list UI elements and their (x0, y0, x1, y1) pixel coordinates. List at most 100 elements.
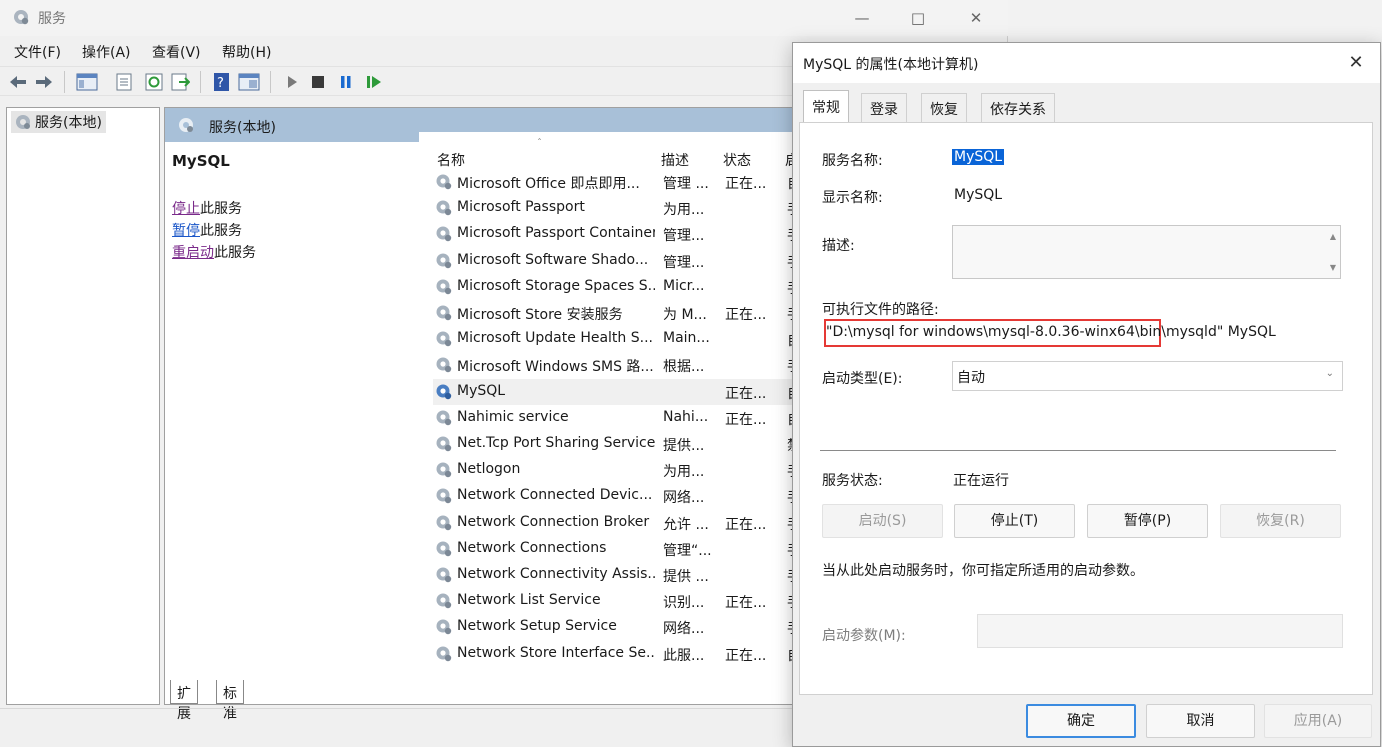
action-suffix: 此服务 (200, 223, 242, 239)
service-name-cell: Microsoft Office 即点即用... (457, 176, 640, 192)
refresh-icon[interactable] (144, 72, 164, 92)
dialog-title: MySQL 的属性(本地计算机) (803, 57, 979, 73)
tree-node-label: 服务(本地) (35, 115, 102, 131)
general-tab-panel: 服务名称: MySQL 显示名称: MySQL 描述: ▲ ▼ 可执行文件的路径… (799, 122, 1373, 695)
service-name-cell: Microsoft Software Shado... (457, 251, 649, 268)
service-status-cell: 正在... (725, 385, 767, 402)
menu-help[interactable]: 帮助(H) (222, 42, 271, 62)
service-description-cell: 提供 ... (663, 569, 709, 585)
minimize-icon[interactable]: — (848, 6, 876, 30)
gear-icon (435, 514, 453, 532)
stop-button[interactable]: 停止(T) (954, 504, 1075, 538)
service-description-cell: 管理“... (663, 542, 712, 559)
pause-service-icon[interactable] (336, 72, 356, 92)
close-icon[interactable]: ✕ (962, 6, 990, 30)
menu-view[interactable]: 查看(V) (152, 42, 201, 62)
section-divider (820, 450, 1336, 451)
service-status-cell: 正在... (725, 307, 767, 323)
service-description-cell: Main... (663, 330, 710, 347)
gear-icon (14, 113, 32, 131)
console-view-icon[interactable] (238, 72, 260, 92)
toolbar-separator (200, 71, 201, 93)
show-hide-tree-icon[interactable] (76, 72, 98, 92)
start-button[interactable]: 启动(S) (822, 504, 943, 538)
properties-icon[interactable] (114, 72, 134, 92)
service-name-cell: Network Connection Broker (457, 513, 650, 530)
service-name-cell: Network Setup Service (457, 618, 617, 635)
service-description-cell: 允许 ... (663, 516, 709, 533)
stop-service-icon[interactable] (308, 72, 328, 92)
startup-type-value: 自动 (957, 370, 985, 386)
cancel-button[interactable]: 取消 (1146, 704, 1255, 738)
service-name-cell: Network Connectivity Assis... (457, 566, 655, 582)
service-status-cell: 正在... (725, 647, 767, 664)
restart-service-icon[interactable] (364, 72, 384, 92)
gear-icon (435, 540, 453, 558)
pause-service-link[interactable]: 暂停 (172, 223, 200, 239)
maximize-icon[interactable]: □ (904, 6, 932, 30)
service-description-cell: 提供... (663, 438, 705, 454)
help-icon[interactable]: ? (212, 72, 232, 92)
path-value[interactable]: "D:\mysql for windows\mysql-8.0.36-winx6… (826, 324, 1276, 340)
stop-service-link[interactable]: 停止 (172, 201, 200, 217)
menu-file[interactable]: 文件(F) (14, 42, 61, 62)
service-name-cell: Microsoft Passport (457, 199, 585, 216)
gear-icon (435, 304, 453, 322)
gear-icon (435, 645, 453, 663)
chevron-down-icon: ⌄ (1325, 368, 1334, 379)
display-name-label: 显示名称: (822, 190, 883, 206)
restart-service-link[interactable]: 重启动 (172, 245, 214, 261)
tab-recovery[interactable]: 恢复 (921, 93, 967, 122)
start-params-input[interactable] (977, 614, 1343, 648)
gear-icon (435, 199, 453, 217)
column-header-name[interactable]: 名称 (437, 150, 465, 170)
service-name-label: 服务名称: (822, 153, 883, 169)
tab-general[interactable]: 常规 (803, 90, 849, 123)
description-label: 描述: (822, 238, 855, 254)
gear-icon (435, 435, 453, 453)
column-header-description[interactable]: 描述 (661, 150, 689, 170)
ok-button[interactable]: 确定 (1026, 704, 1136, 738)
menu-action[interactable]: 操作(A) (82, 42, 131, 62)
close-icon[interactable]: ✕ (1344, 51, 1368, 75)
back-arrow-icon[interactable] (8, 72, 28, 92)
service-description-cell: 为用... (663, 464, 705, 481)
column-header-status[interactable]: 状态 (723, 150, 751, 170)
pause-button[interactable]: 暂停(P) (1087, 504, 1208, 538)
service-status-cell: 正在... (725, 411, 767, 428)
service-name-cell: MySQL (457, 382, 506, 399)
service-name-cell: Netlogon (457, 461, 521, 478)
startup-type-label: 启动类型(E): (822, 371, 903, 387)
service-name-cell: Nahimic service (457, 408, 569, 425)
service-description-cell: 网络... (663, 621, 705, 638)
tab-logon[interactable]: 登录 (861, 93, 907, 122)
service-name-value[interactable]: MySQL (952, 149, 1005, 165)
export-list-icon[interactable] (170, 72, 190, 92)
tab-dependencies[interactable]: 依存关系 (981, 93, 1055, 122)
service-name-cell: Network Connected Devic... (457, 487, 653, 504)
toolbar-separator (64, 71, 65, 93)
dialog-title-bar: MySQL 的属性(本地计算机) ✕ (793, 43, 1380, 83)
resume-button[interactable]: 恢复(R) (1220, 504, 1341, 538)
service-name-cell: Microsoft Update Health S... (457, 330, 653, 347)
service-detail: MySQL 停止此服务 暂停此服务 重启动此服务 (172, 152, 412, 261)
tab-extended[interactable]: 扩展 (170, 680, 198, 722)
apply-button[interactable]: 应用(A) (1264, 704, 1372, 738)
start-service-icon[interactable] (282, 72, 302, 92)
forward-arrow-icon[interactable] (34, 72, 54, 92)
scroll-down-icon[interactable]: ▼ (1330, 263, 1336, 272)
display-name-value[interactable]: MySQL (954, 187, 1002, 203)
service-description-cell: 识别... (663, 595, 705, 612)
window-title: 服务 (38, 11, 66, 27)
gear-icon (435, 461, 453, 479)
tree-node-services-local[interactable]: 服务(本地) (11, 111, 106, 133)
gear-icon (177, 116, 195, 134)
service-status-cell: 正在... (725, 516, 767, 533)
gear-icon (435, 330, 453, 348)
sort-indicator-icon: ˆ (537, 138, 542, 149)
service-status-cell: 正在... (725, 595, 767, 612)
scroll-up-icon[interactable]: ▲ (1330, 232, 1336, 241)
tab-standard[interactable]: 标准 (216, 680, 244, 722)
description-box[interactable]: ▲ ▼ (952, 225, 1341, 279)
startup-type-select[interactable]: 自动 ⌄ (952, 361, 1343, 391)
